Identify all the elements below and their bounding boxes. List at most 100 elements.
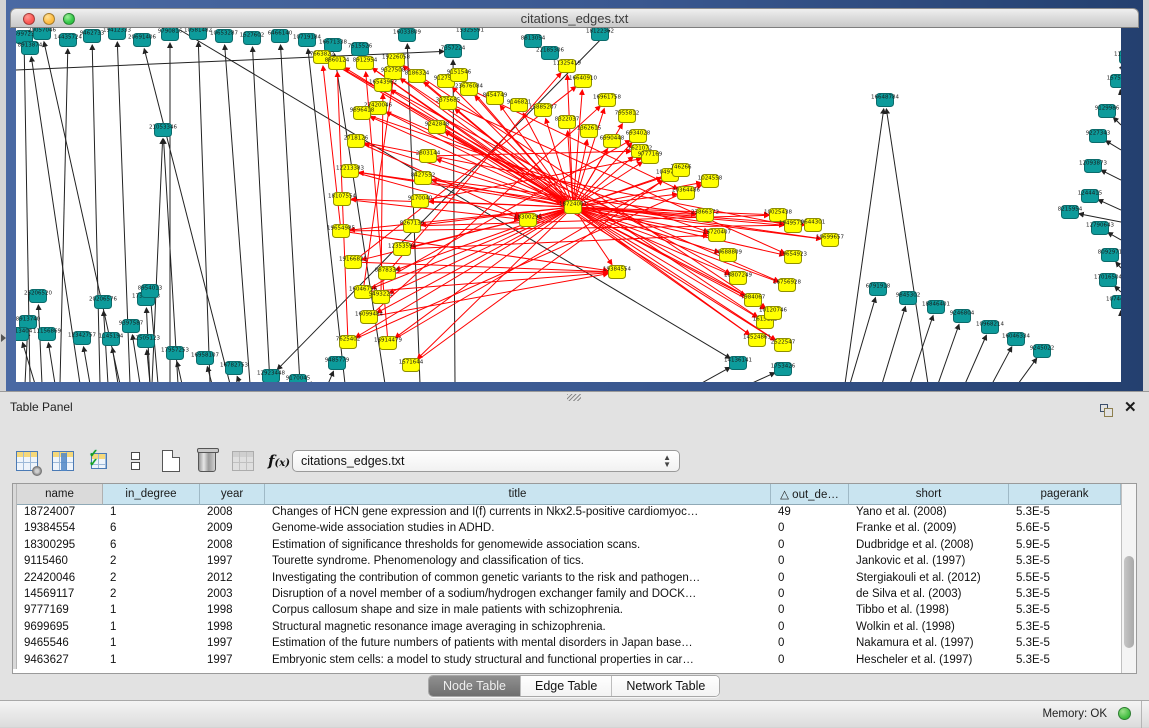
graph-node[interactable]: 9227343 [1086, 130, 1111, 143]
graph-node[interactable]: 6466140 [268, 30, 293, 43]
graph-node[interactable]: 9170045 [286, 375, 311, 383]
edge[interactable] [1116, 262, 1121, 268]
table-cell[interactable]: 2003 [200, 587, 265, 603]
table-cell[interactable]: Structural magnetic resonance image aver… [265, 620, 771, 636]
table-cell[interactable]: Estimation of the future numbers of pati… [265, 636, 771, 652]
graph-node[interactable]: 16033809 [393, 29, 421, 42]
graph-node-selected[interactable]: 15885207 [529, 104, 557, 117]
table-cell[interactable]: 0 [771, 538, 849, 554]
graph-node[interactable]: 9397587 [119, 320, 144, 333]
graph-node[interactable]: 12093873 [1079, 160, 1107, 173]
table-cell[interactable]: 5.3E-5 [1009, 653, 1121, 669]
column-header[interactable]: title [265, 484, 771, 505]
table-cell[interactable]: 2 [103, 554, 200, 570]
table-cell[interactable]: 1 [103, 603, 200, 619]
table-row[interactable]: 1830029562008Estimation of significance … [13, 538, 1121, 554]
table-cell[interactable]: Genome-wide association studies in ADHD. [265, 521, 771, 537]
edge[interactable] [144, 49, 230, 382]
graph-node-selected[interactable]: 746266 [671, 164, 692, 177]
column-header[interactable]: name [17, 484, 103, 505]
edge[interactable] [1018, 358, 1037, 382]
graph-node-selected[interactable]: 6934028 [626, 130, 651, 143]
table-cell[interactable]: 2012 [200, 571, 265, 587]
edge[interactable] [886, 109, 928, 382]
row-height-icon[interactable] [122, 448, 148, 474]
table-cell[interactable]: 0 [771, 554, 849, 570]
table-row[interactable]: 977716911998Corpus callosum shape and si… [13, 603, 1121, 619]
table-cell[interactable]: 2 [103, 587, 200, 603]
table-cell[interactable]: Yano et al. (2008) [849, 505, 1009, 521]
table-cell[interactable]: 0 [771, 620, 849, 636]
table-cell[interactable]: 9699695 [17, 620, 103, 636]
panel-resize-grip[interactable] [567, 394, 581, 401]
table-cell[interactable]: 0 [771, 571, 849, 587]
table-cell[interactable]: 1997 [200, 554, 265, 570]
graph-node[interactable]: 12505123 [132, 335, 160, 348]
graph-node-selected[interactable]: 2522547 [771, 339, 796, 352]
graph-node-selected[interactable]: 12213383 [336, 165, 364, 178]
table-cell[interactable]: 5.3E-5 [1009, 505, 1121, 521]
table-cell[interactable]: 5.3E-5 [1009, 587, 1121, 603]
column-header[interactable]: short [849, 484, 1009, 505]
edge[interactable] [938, 324, 959, 382]
graph-node[interactable]: 8092971 [1098, 249, 1121, 262]
graph-node[interactable]: 10744889 [1106, 296, 1121, 309]
graph-node[interactable]: 16046334 [1002, 333, 1030, 346]
column-header[interactable]: pagerank [1009, 484, 1121, 505]
table-row[interactable]: 946362711997Embryonic stem cells: a mode… [13, 653, 1121, 669]
table-cell[interactable]: Wolkin et al. (1998) [849, 620, 1009, 636]
table-cell[interactable]: 14569117 [17, 587, 103, 603]
graph-node[interactable]: 8813054 [521, 35, 546, 48]
column-header[interactable]: year [200, 484, 265, 505]
minimize-window-icon[interactable] [43, 13, 55, 25]
graph-node-selected[interactable]: 2803144 [416, 150, 441, 163]
graph-node[interactable]: 8913874 [18, 42, 43, 55]
delete-table-icon[interactable] [194, 448, 220, 474]
table-cell[interactable]: 5.6E-5 [1009, 521, 1121, 537]
table-cell[interactable]: 5.9E-5 [1009, 538, 1121, 554]
graph-node[interactable]: 18846401 [922, 301, 950, 314]
graph-node[interactable]: 11126048 [1114, 51, 1121, 64]
float-panel-icon[interactable] [1100, 404, 1114, 417]
graph-node[interactable]: 20206576 [89, 296, 117, 309]
edge[interactable] [1108, 232, 1121, 240]
graph-node-selected[interactable]: 8454749 [483, 92, 508, 105]
graph-node-selected[interactable]: 7984067 [741, 294, 766, 307]
column-header[interactable]: in_degree [103, 484, 200, 505]
table-cell[interactable]: 5.5E-5 [1009, 571, 1121, 587]
table-cell[interactable]: 6 [103, 521, 200, 537]
graph-node-selected[interactable]: 1024558 [698, 175, 723, 188]
edge[interactable] [23, 343, 35, 382]
graph-node-selected[interactable]: 8267130 [400, 220, 425, 233]
selected-edge[interactable] [411, 207, 573, 247]
table-cell[interactable]: 9115460 [17, 554, 103, 570]
graph-node[interactable]: 20691406 [128, 34, 156, 47]
selected-edge[interactable] [455, 109, 573, 207]
graph-node[interactable]: 9462733 [80, 30, 105, 43]
table-cell[interactable]: 5.3E-5 [1009, 620, 1121, 636]
table-cell[interactable]: 0 [771, 587, 849, 603]
table-cell[interactable]: 9777169 [17, 603, 103, 619]
edge[interactable] [60, 49, 68, 382]
graph-node-selected[interactable]: 19166823 [339, 256, 367, 269]
network-window-titlebar[interactable]: citations_edges.txt [10, 8, 1139, 28]
graph-node[interactable]: 15325591 [456, 28, 484, 40]
graph-node-selected[interactable]: 16099484 [355, 311, 383, 324]
table-cell[interactable]: 1 [103, 653, 200, 669]
graph-node[interactable]: 9245022 [1030, 345, 1055, 358]
graph-node-selected[interactable]: 15720407 [703, 229, 731, 242]
graph-node[interactable]: 22185306 [536, 47, 564, 60]
graph-node[interactable]: 1145194 [99, 333, 124, 346]
graph-node-selected[interactable]: 11325419 [553, 60, 581, 73]
select-column-icon[interactable] [50, 448, 76, 474]
table-cell[interactable]: Disruption of a novel member of a sodium… [265, 587, 771, 603]
graph-node[interactable]: 12790643 [1086, 222, 1114, 235]
edge[interactable] [1115, 286, 1121, 292]
edge[interactable] [850, 298, 875, 382]
graph-node[interactable]: 14435724 [54, 34, 82, 47]
table-row[interactable]: 911546021997Tourette syndrome. Phenomeno… [13, 554, 1121, 570]
graph-node[interactable]: 10581482 [184, 28, 212, 40]
table-cell[interactable]: Investigating the contribution of common… [265, 571, 771, 587]
graph-node[interactable]: 1527602 [240, 32, 265, 45]
scrollbar-thumb[interactable] [1124, 556, 1134, 648]
